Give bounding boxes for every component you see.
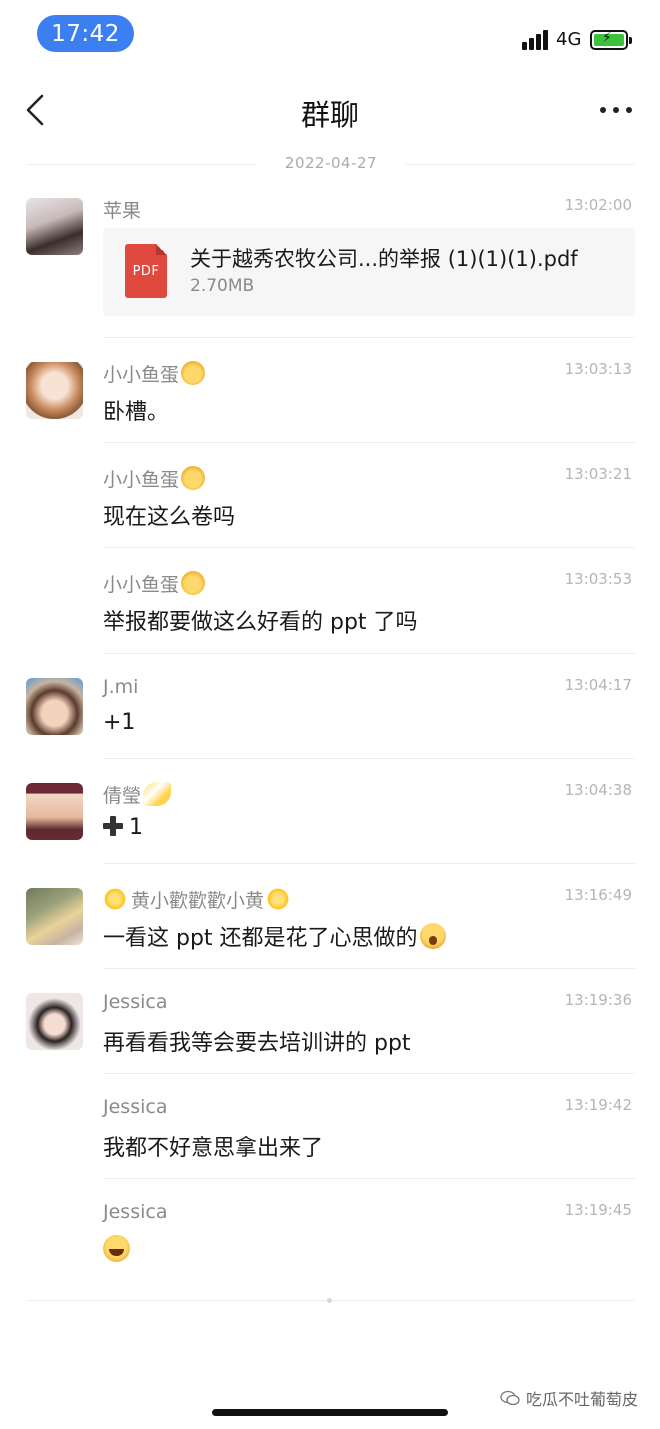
sender-name: 小小鱼蛋	[103, 465, 206, 492]
message-timestamp: 13:03:13	[564, 360, 632, 378]
message-divider	[103, 653, 635, 654]
message-text: 一看这 ppt 还都是花了心思做的	[103, 920, 446, 952]
message-timestamp: 13:04:38	[564, 781, 632, 799]
battery-charging-icon: ⚡	[590, 30, 632, 50]
message-divider	[103, 337, 635, 338]
avatar[interactable]	[26, 888, 83, 945]
pdf-file-icon: PDF	[125, 244, 167, 298]
home-indicator[interactable]	[212, 1409, 448, 1416]
message-divider	[103, 442, 635, 443]
sender-name: 倩瑩	[103, 781, 172, 808]
more-icon-dot	[613, 107, 619, 113]
message-text: 卧槽。	[103, 400, 170, 425]
page-title: 群聊	[300, 98, 359, 132]
sender-name: 小小鱼蛋	[103, 360, 206, 387]
avatar[interactable]	[26, 678, 83, 735]
message-timestamp: 13:19:42	[564, 1096, 632, 1114]
date-divider: 2022-04-27	[27, 154, 635, 174]
message-text	[103, 1235, 130, 1264]
message-text: 举报都要做这么好看的 ppt 了吗	[103, 610, 418, 635]
message-item: Jessica 13:19:45	[0, 1201, 660, 1281]
avatar[interactable]	[26, 993, 83, 1050]
message-timestamp: 13:03:53	[564, 570, 632, 588]
sender-name: 小小鱼蛋	[103, 570, 206, 597]
message-divider	[103, 1073, 635, 1074]
message-divider	[103, 758, 635, 759]
sender-name: Jessica	[103, 1201, 168, 1223]
message-divider	[103, 863, 635, 864]
message-item: J.mi 13:04:17 +1	[0, 676, 660, 756]
avatar[interactable]	[26, 783, 83, 840]
shocked-face-emoji-icon	[419, 923, 446, 949]
sender-name: 黄小歡歡歡小黄	[103, 886, 291, 913]
star-emoji-icon	[103, 887, 127, 911]
star-emoji-icon	[266, 887, 291, 911]
wechat-icon	[500, 1390, 520, 1406]
watermark-text: 吃瓜不吐葡萄皮	[526, 1390, 639, 1409]
file-name: 关于越秀农牧公司...的举报 (1)(1)(1).pdf	[190, 247, 578, 271]
more-icon-dot	[626, 107, 632, 113]
comet-emoji-icon	[143, 782, 172, 806]
message-text: 我都不好意思拿出来了	[103, 1136, 324, 1161]
message-item: 倩瑩 13:04:38 1	[0, 781, 660, 861]
girl-emoji-icon	[181, 571, 206, 595]
message-item: 黄小歡歡歡小黄 13:16:49 一看这 ppt 还都是花了心思做的	[0, 886, 660, 966]
heavy-plus-icon	[103, 816, 123, 836]
message-timestamp: 13:19:36	[564, 991, 632, 1009]
message-timestamp: 13:19:45	[564, 1201, 632, 1219]
message-text: +1	[103, 710, 136, 735]
message-item: Jessica 13:19:36 再看看我等会要去培训讲的 ppt	[0, 991, 660, 1071]
more-options-button[interactable]	[600, 104, 632, 116]
message-timestamp: 13:03:21	[564, 465, 632, 483]
watermark: 吃瓜不吐葡萄皮	[500, 1386, 638, 1410]
sender-name: Jessica	[103, 991, 168, 1013]
avatar[interactable]	[26, 362, 83, 419]
sender-name: 苹果	[103, 200, 142, 222]
file-attachment-card[interactable]: PDF 关于越秀农牧公司...的举报 (1)(1)(1).pdf 2.70MB	[103, 228, 635, 316]
message-timestamp: 13:16:49	[564, 886, 632, 904]
end-dot	[327, 1298, 332, 1303]
message-text: 1	[103, 815, 143, 840]
status-time: 17:42	[37, 15, 134, 52]
message-file: 苹果 13:02:00 PDF 关于越秀农牧公司...的举报 (1)(1)(1)…	[0, 196, 660, 336]
nav-bar: 群聊	[0, 80, 660, 142]
girl-emoji-icon	[181, 466, 206, 490]
signal-strength-icon	[522, 30, 550, 50]
more-icon-dot	[600, 107, 606, 113]
message-divider	[103, 968, 635, 969]
sender-name: Jessica	[103, 1096, 168, 1118]
girl-emoji-icon	[181, 361, 206, 385]
message-item: 小小鱼蛋 13:03:53 举报都要做这么好看的 ppt 了吗	[0, 570, 660, 650]
message-item: 小小鱼蛋 13:03:21 现在这么卷吗	[0, 465, 660, 545]
avatar[interactable]	[26, 198, 83, 255]
sender-name: J.mi	[103, 676, 139, 698]
message-timestamp: 13:02:00	[564, 196, 632, 214]
date-label: 2022-04-27	[284, 154, 378, 172]
message-text: 再看看我等会要去培训讲的 ppt	[103, 1031, 411, 1056]
message-divider	[103, 1178, 635, 1179]
network-type: 4G	[556, 29, 582, 50]
message-divider	[103, 547, 635, 548]
message-timestamp: 13:04:17	[564, 676, 632, 694]
file-size: 2.70MB	[190, 276, 255, 296]
message-item: 小小鱼蛋 13:03:13 卧槽。	[0, 360, 660, 440]
status-bar: 17:42 4G ⚡	[0, 0, 660, 64]
message-item: Jessica 13:19:42 我都不好意思拿出来了	[0, 1096, 660, 1176]
tears-of-joy-emoji-icon	[103, 1235, 130, 1262]
message-text: 现在这么卷吗	[103, 505, 236, 530]
